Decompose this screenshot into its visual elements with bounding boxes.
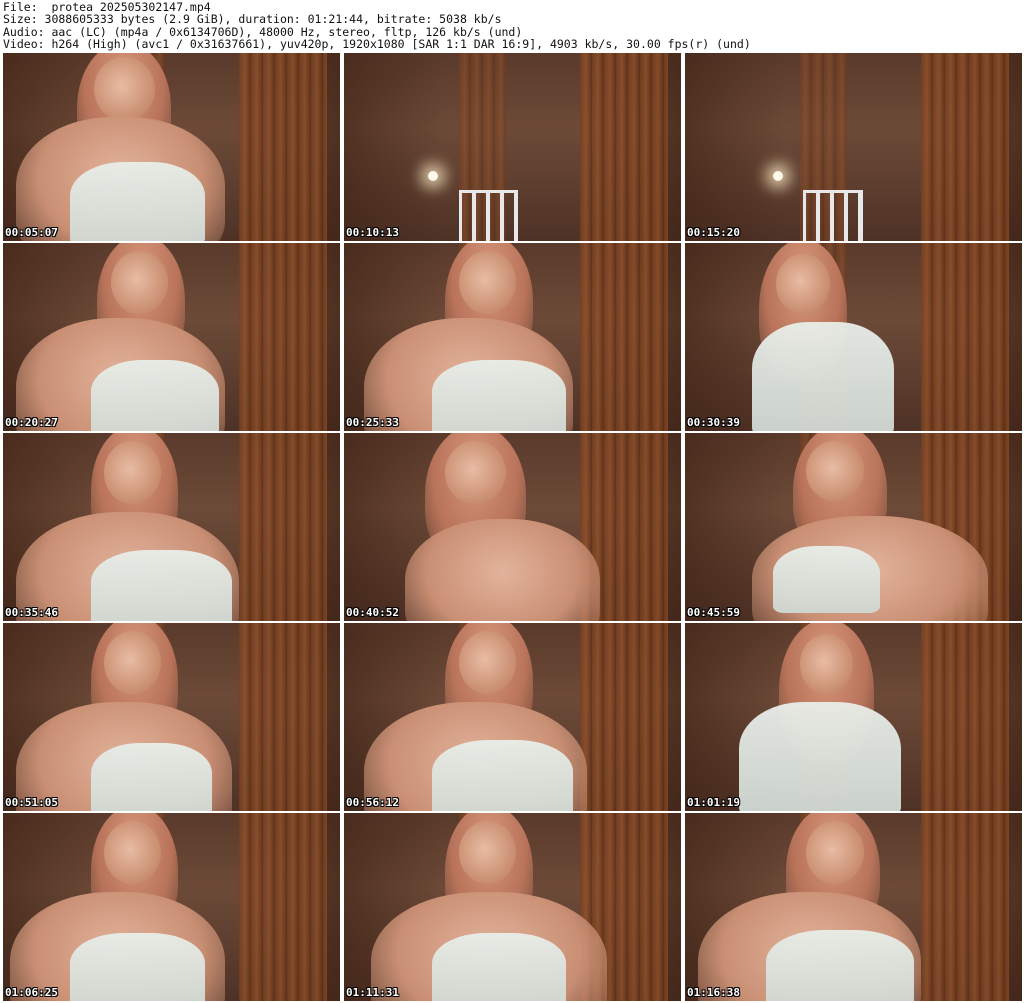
garment [772,545,881,614]
thumbnail-grid: 00:05:07 00:10:13 00:15:20 00:20:27 00:2… [3,53,1022,1003]
garment [70,162,206,241]
curtain [238,623,327,811]
garment [431,933,567,1001]
thumbnail[interactable]: 00:51:05 [3,623,340,811]
thumbnail[interactable]: 00:15:20 [685,53,1022,241]
curtain [238,53,327,241]
file-name-line: File: _protea_202505302147.mp4 [3,1,211,14]
lamp-glow [772,171,783,182]
thumbnail-timestamp: 00:30:39 [687,416,740,429]
thumbnail-timestamp: 00:05:07 [5,226,58,239]
curtain [920,53,1009,241]
garment [738,701,901,811]
thumbnail-timestamp: 00:20:27 [5,416,58,429]
thumbnail-timestamp: 00:35:46 [5,606,58,619]
chair [458,190,519,241]
video-info-line: Video: h264 (High) (avc1 / 0x31637661), … [3,38,751,51]
thumbnail[interactable]: 00:40:52 [344,433,681,621]
person-body [404,519,601,621]
thumbnail-timestamp: 01:11:31 [346,986,399,999]
person-head [445,440,506,505]
thumbnail-timestamp: 00:51:05 [5,796,58,809]
thumbnail-timestamp: 01:06:25 [5,986,58,999]
curtain [920,623,1009,811]
thumbnail-timestamp: 00:45:59 [687,606,740,619]
thumbnail[interactable]: 00:05:07 [3,53,340,241]
audio-info-line: Audio: aac (LC) (mp4a / 0x6134706D), 480… [3,25,523,39]
curtain [920,813,1009,1001]
file-info-header: File: _protea_202505302147.mp4 Size: 308… [3,1,1021,51]
thumbnail[interactable]: 00:45:59 [685,433,1022,621]
person-head [110,250,169,315]
lamp-glow [428,171,439,182]
curtain [920,243,1009,431]
person-head [458,250,516,315]
person-head [806,440,864,501]
thumbnail-timestamp: 00:56:12 [346,796,399,809]
curtain [579,243,668,431]
person-head [93,56,155,121]
thumbnail[interactable]: 01:16:38 [685,813,1022,1001]
chair [802,190,863,241]
curtain [238,433,327,621]
thumbnail-timestamp: 00:25:33 [346,416,399,429]
thumbnail[interactable]: 01:01:19 [685,623,1022,811]
thumbnail-timestamp: 00:10:13 [346,226,399,239]
garment [90,359,219,431]
thumbnail[interactable]: 00:20:27 [3,243,340,431]
garment [431,359,567,431]
curtain [579,623,668,811]
curtain [238,813,327,1001]
thumbnail-timestamp: 00:15:20 [687,226,740,239]
garment [90,549,233,621]
thumbnail[interactable]: 01:11:31 [344,813,681,1001]
garment [70,933,206,1001]
person-head [775,254,830,315]
thumbnail[interactable]: 00:25:33 [344,243,681,431]
thumbnail[interactable]: 01:06:25 [3,813,340,1001]
thumbnail-timestamp: 00:40:52 [346,606,399,619]
thumbnail[interactable]: 00:10:13 [344,53,681,241]
thumbnail-timestamp: 01:16:38 [687,986,740,999]
thumbnail[interactable]: 00:56:12 [344,623,681,811]
person-head [458,820,516,885]
person-head [806,820,864,885]
person-head [458,630,516,695]
curtain [238,243,327,431]
curtain [579,53,668,241]
thumbnail[interactable]: 00:35:46 [3,433,340,621]
garment [752,321,894,431]
thumbnail-timestamp: 01:01:19 [687,796,740,809]
garment [431,739,574,811]
garment [765,929,915,1001]
garment [90,743,212,811]
file-size-line: Size: 3088605333 bytes (2.9 GiB), durati… [3,13,502,26]
thumbnail[interactable]: 00:30:39 [685,243,1022,431]
